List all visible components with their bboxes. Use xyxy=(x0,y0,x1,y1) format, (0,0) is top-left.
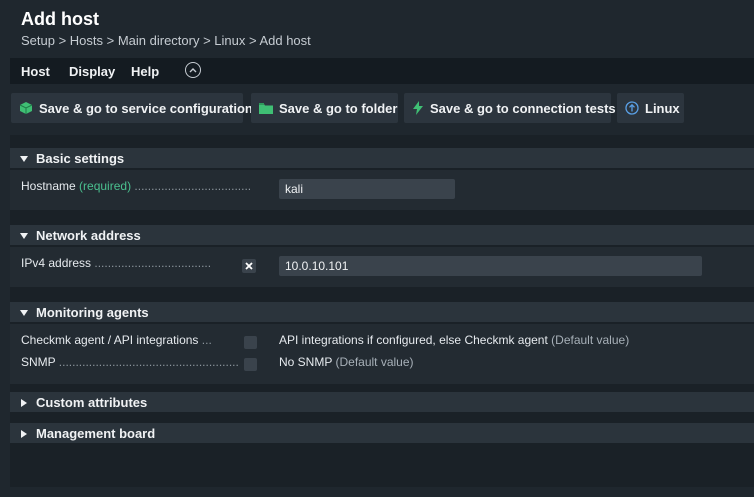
triangle-down-icon xyxy=(19,306,29,321)
folder-icon xyxy=(259,101,273,115)
section-title: Custom attributes xyxy=(36,395,148,410)
section-title: Management board xyxy=(36,426,156,441)
menu-bar: Host Display Help xyxy=(10,58,754,84)
triangle-right-icon xyxy=(19,427,29,442)
page-title: Add host xyxy=(21,9,99,29)
snmp-checkbox[interactable] xyxy=(244,358,257,371)
section-network-body: IPv4 address ...........................… xyxy=(10,247,754,287)
snmp-label-text: SNMP xyxy=(21,355,56,369)
hostname-label: Hostname (required) ....................… xyxy=(21,179,251,193)
title-bar: Add host Setup > Hosts > Main directory … xyxy=(0,0,754,58)
breadcrumb[interactable]: Setup > Hosts > Main directory > Linux >… xyxy=(21,33,311,48)
label-dots: ........................................… xyxy=(58,355,239,369)
triangle-down-icon xyxy=(19,229,29,244)
section-title: Network address xyxy=(36,228,141,243)
triangle-down-icon xyxy=(19,152,29,167)
section-custom-attributes[interactable]: Custom attributes xyxy=(10,392,754,412)
snmp-value: No SNMP (Default value) xyxy=(279,355,414,369)
ipv4-label: IPv4 address ...........................… xyxy=(21,256,211,270)
save-go-folder-button[interactable]: Save & go to folder xyxy=(251,93,398,123)
linux-folder-button[interactable]: Linux xyxy=(617,93,684,123)
label-dots: ................................... xyxy=(94,256,212,270)
save-go-service-config-button[interactable]: Save & go to service configuration xyxy=(11,93,253,123)
section-basic-body: Hostname (required) ....................… xyxy=(10,170,754,210)
hostname-input[interactable] xyxy=(279,179,455,199)
close-icon[interactable] xyxy=(242,259,256,273)
section-management-board[interactable]: Management board xyxy=(10,423,754,443)
arrow-up-circle-icon xyxy=(625,101,639,115)
section-monitoring-agents[interactable]: Monitoring agents xyxy=(10,302,754,322)
menu-help[interactable]: Help xyxy=(131,64,159,79)
label-dots: ... xyxy=(201,333,212,347)
triangle-right-icon xyxy=(19,396,29,411)
snmp-label: SNMP ...................................… xyxy=(21,355,239,369)
required-marker: (required) xyxy=(79,179,132,193)
linux-folder-label: Linux xyxy=(645,100,680,116)
section-monitoring-body: Checkmk agent / API integrations ... API… xyxy=(10,324,754,384)
menu-display[interactable]: Display xyxy=(69,64,115,79)
chevron-up-icon[interactable] xyxy=(185,62,201,78)
checkmk-agent-label: Checkmk agent / API integrations ... xyxy=(21,333,212,347)
section-title: Basic settings xyxy=(36,151,125,166)
checkmk-agent-checkbox[interactable] xyxy=(244,336,257,349)
menu-host[interactable]: Host xyxy=(21,64,50,79)
save-go-connection-tests-label: Save & go to connection tests xyxy=(430,100,616,116)
cube-icon xyxy=(19,101,33,115)
default-value-note: (Default value) xyxy=(551,333,630,347)
checkmk-agent-value-text: API integrations if configured, else Che… xyxy=(279,333,548,347)
hostname-label-text: Hostname xyxy=(21,179,76,193)
default-value-note: (Default value) xyxy=(335,355,414,369)
save-go-connection-tests-button[interactable]: Save & go to connection tests xyxy=(404,93,616,123)
ipv4-address-input[interactable] xyxy=(279,256,702,276)
checkmk-agent-value: API integrations if configured, else Che… xyxy=(279,333,629,347)
section-network-address[interactable]: Network address xyxy=(10,225,754,245)
save-go-service-config-label: Save & go to service configuration xyxy=(39,100,253,116)
lightning-icon xyxy=(412,101,424,115)
section-title: Monitoring agents xyxy=(36,305,149,320)
snmp-value-text: No SNMP xyxy=(279,355,333,369)
section-basic-settings[interactable]: Basic settings xyxy=(10,148,754,168)
label-dots: ................................... xyxy=(134,179,252,193)
save-go-folder-label: Save & go to folder xyxy=(279,100,398,116)
ipv4-label-text: IPv4 address xyxy=(21,256,92,270)
checkmk-agent-label-text: Checkmk agent / API integrations xyxy=(21,333,199,347)
